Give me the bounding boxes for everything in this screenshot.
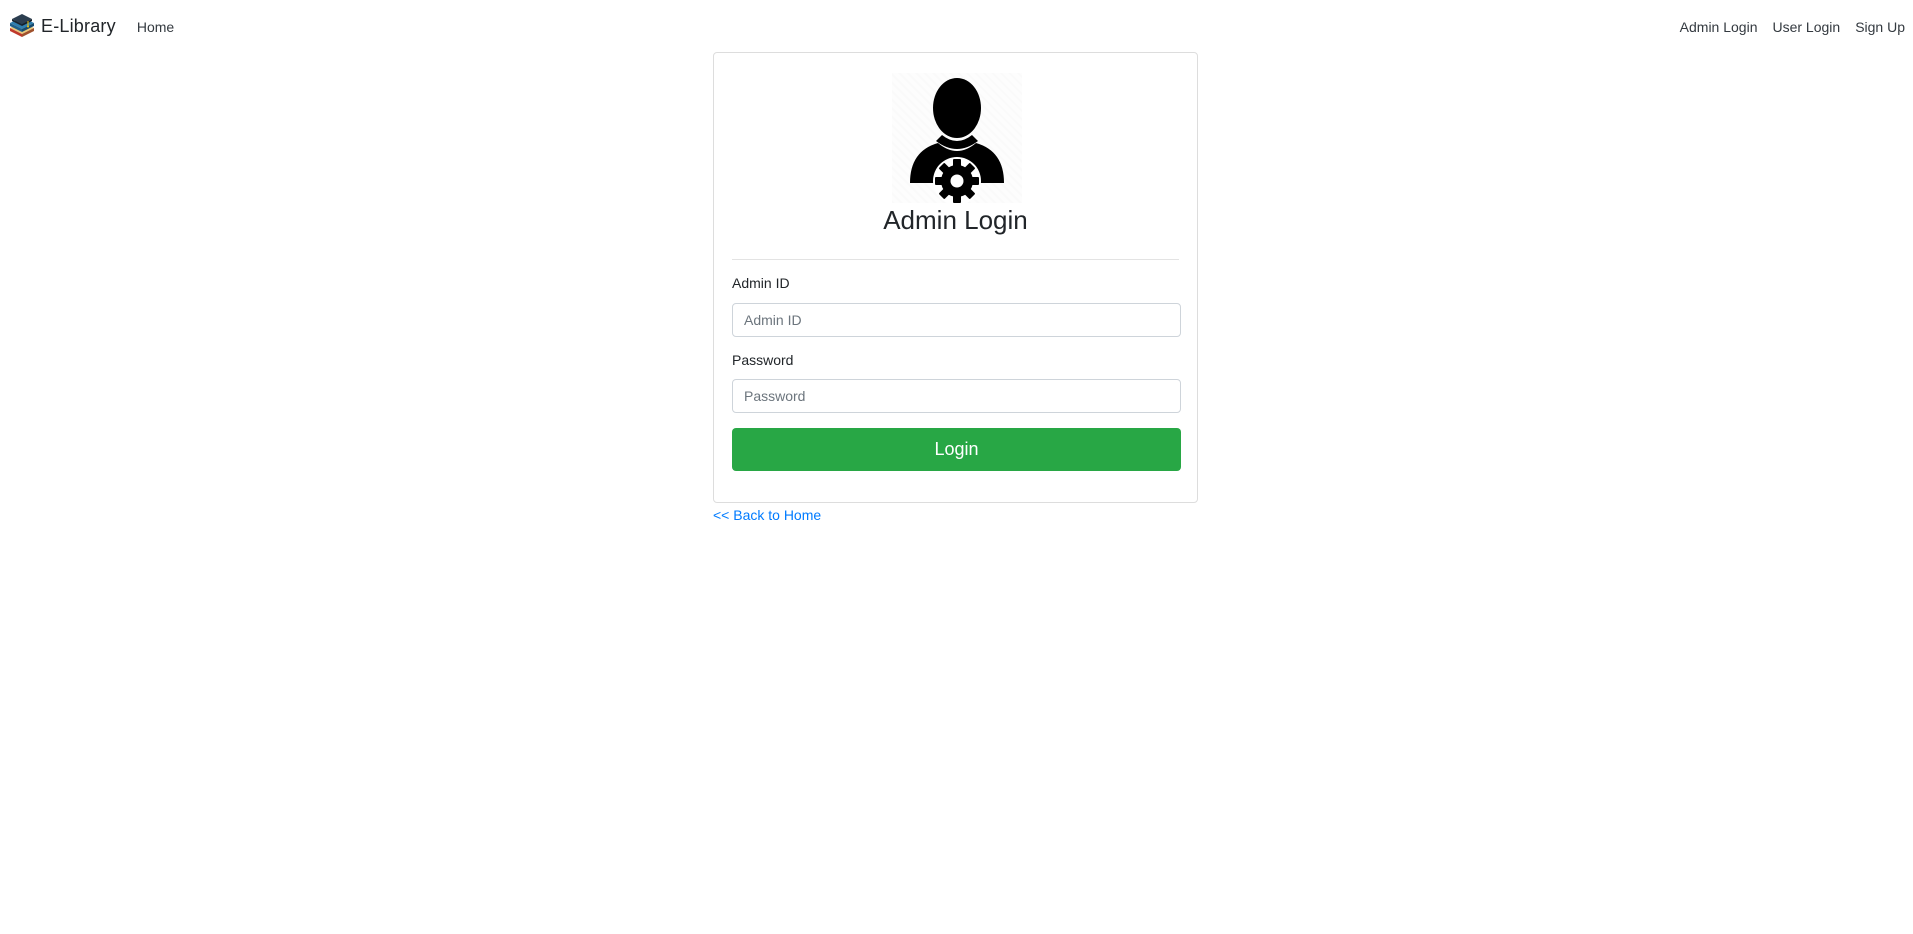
admin-id-input[interactable] [732,303,1181,337]
nav-link-admin-login[interactable]: Admin Login [1680,19,1758,35]
password-input[interactable] [732,379,1181,413]
back-to-home-link[interactable]: << Back to Home [713,507,821,523]
brand-name: E-Library [41,15,116,36]
page-title: Admin Login [883,205,1028,235]
admin-user-gear-icon [910,78,1004,205]
top-navbar: E-Library Home Admin Login User Login Si… [0,0,1913,52]
brand-link[interactable]: E-Library [8,12,116,40]
admin-id-label: Admin ID [732,275,790,291]
admin-login-card: Admin Login Admin ID Password Login [713,52,1198,503]
nav-right-links: Admin Login User Login Sign Up [1665,17,1905,35]
admin-avatar [892,73,1022,205]
nav-link-sign-up[interactable]: Sign Up [1855,19,1905,35]
nav-link-home[interactable]: Home [137,19,174,35]
nav-left-links: Home [137,17,174,35]
title-divider [732,259,1179,260]
login-button[interactable]: Login [732,428,1181,471]
password-label: Password [732,352,794,368]
nav-link-user-login[interactable]: User Login [1772,19,1840,35]
books-logo-icon [10,14,34,37]
